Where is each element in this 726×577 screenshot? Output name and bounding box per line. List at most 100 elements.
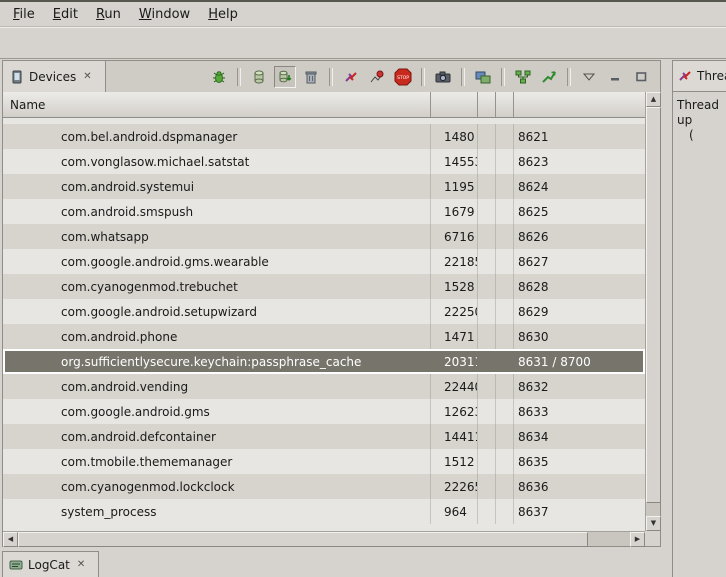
- table-row[interactable]: org.sufficientlysecure.keychain:passphra…: [3, 349, 645, 374]
- horizontal-scrollbar[interactable]: ◀ ▶: [3, 531, 645, 546]
- process-pid: 1471: [431, 324, 478, 349]
- column-header-4[interactable]: [496, 92, 514, 117]
- dump-hprof-icon[interactable]: [274, 66, 296, 88]
- table-row[interactable]: com.android.vending 22440 8632: [3, 374, 645, 399]
- process-port: 8626: [514, 224, 645, 249]
- process-col4: [496, 399, 514, 424]
- process-pid: 22265: [431, 474, 478, 499]
- process-name: com.cyanogenmod.lockclock: [3, 474, 431, 499]
- devices-table: Name com.bel.android.dspmanager 1480 862…: [3, 92, 660, 546]
- process-port: 8628: [514, 274, 645, 299]
- svg-text:STOP: STOP: [397, 75, 409, 81]
- menu-item-run[interactable]: Run: [87, 4, 130, 25]
- update-heap-icon[interactable]: [248, 66, 270, 88]
- process-pid: 1528: [431, 274, 478, 299]
- process-col4: [496, 274, 514, 299]
- process-col3: [478, 124, 496, 149]
- scroll-left-icon[interactable]: ◀: [3, 532, 18, 547]
- process-name: com.android.vending: [3, 374, 431, 399]
- process-name: com.bel.android.dspmanager: [3, 124, 431, 149]
- scrollbar-corner: [645, 531, 660, 546]
- menu-item-window[interactable]: Window: [130, 4, 199, 25]
- tab-devices[interactable]: Devices ✕: [3, 61, 106, 92]
- process-port: 8621: [514, 124, 645, 149]
- column-header-3[interactable]: [478, 92, 496, 117]
- table-row[interactable]: com.google.android.gms 12623 8633: [3, 399, 645, 424]
- column-header-name[interactable]: Name: [3, 92, 431, 117]
- hierarchy-view-icon[interactable]: [512, 66, 534, 88]
- minimize-icon[interactable]: [604, 66, 626, 88]
- scroll-up-icon[interactable]: ▲: [646, 92, 661, 107]
- vertical-scrollbar[interactable]: ▲ ▼: [645, 92, 660, 531]
- method-profiling-icon[interactable]: [366, 66, 388, 88]
- stop-process-icon[interactable]: STOP: [392, 66, 414, 88]
- process-name: com.google.android.setupwizard: [3, 299, 431, 324]
- threads-message-line2: (: [689, 128, 726, 143]
- tab-threads[interactable]: Threads: [673, 61, 726, 92]
- logcat-icon: [9, 558, 23, 572]
- maximize-icon[interactable]: [630, 66, 652, 88]
- process-name: com.google.android.gms.wearable: [3, 249, 431, 274]
- table-row[interactable]: com.tmobile.thememanager 1512 8635: [3, 449, 645, 474]
- table-row[interactable]: com.android.systemui 1195 8624: [3, 174, 645, 199]
- logcat-tab-label: LogCat: [28, 558, 70, 572]
- process-port: 8637: [514, 499, 645, 524]
- scroll-down-icon[interactable]: ▼: [646, 516, 661, 531]
- close-icon[interactable]: ✕: [75, 559, 87, 571]
- process-pid: 1679: [431, 199, 478, 224]
- cause-gc-icon[interactable]: [300, 66, 322, 88]
- process-port: 8634: [514, 424, 645, 449]
- table-row[interactable]: com.cyanogenmod.trebuchet 1528 8628: [3, 274, 645, 299]
- tab-logcat[interactable]: LogCat ✕: [2, 551, 99, 577]
- ddms-window: { "menu": { "items": [ {"u": "F", "rest"…: [0, 0, 726, 577]
- table-row[interactable]: com.cyanogenmod.lockclock 22265 8636: [3, 474, 645, 499]
- menu-item-file[interactable]: File: [4, 4, 44, 25]
- screen-capture-icon[interactable]: [432, 66, 454, 88]
- device-icon: [10, 70, 24, 84]
- menu-item-edit[interactable]: Edit: [44, 4, 87, 25]
- process-col3: [478, 249, 496, 274]
- process-col3: [478, 424, 496, 449]
- process-name: com.android.defcontainer: [3, 424, 431, 449]
- toolbar-separator: [461, 68, 465, 86]
- table-row[interactable]: com.bel.android.dspmanager 1480 8621: [3, 124, 645, 149]
- table-row[interactable]: system_process 964 8637: [3, 499, 645, 524]
- table-row[interactable]: com.android.phone 1471 8630: [3, 324, 645, 349]
- table-row[interactable]: com.vonglasow.michael.satstat 14553 8623: [3, 149, 645, 174]
- process-col3: [478, 374, 496, 399]
- table-row[interactable]: com.android.defcontainer 14411 8634: [3, 424, 645, 449]
- process-port: 8631 / 8700: [514, 349, 645, 374]
- column-header-port[interactable]: [514, 92, 645, 117]
- scroll-right-icon[interactable]: ▶: [630, 532, 645, 547]
- process-port: 8635: [514, 449, 645, 474]
- toolbar-separator: [421, 68, 425, 86]
- dual-display-icon[interactable]: [472, 66, 494, 88]
- menu-item-help[interactable]: Help: [199, 4, 247, 25]
- table-row[interactable]: com.whatsapp 6716 8626: [3, 224, 645, 249]
- process-pid: 964: [431, 499, 478, 524]
- table-row[interactable]: com.google.android.setupwizard 22250 862…: [3, 299, 645, 324]
- process-col4: [496, 174, 514, 199]
- close-icon[interactable]: ✕: [81, 71, 93, 83]
- view-menu-chevron-icon[interactable]: [578, 66, 600, 88]
- column-header-pid[interactable]: [431, 92, 478, 117]
- horizontal-scrollbar-thumb[interactable]: [18, 532, 588, 547]
- process-pid: 12623: [431, 399, 478, 424]
- debug-process-icon[interactable]: [208, 66, 230, 88]
- trend-capture-icon[interactable]: [538, 66, 560, 88]
- process-pid: 6716: [431, 224, 478, 249]
- process-port: 8632: [514, 374, 645, 399]
- process-pid: 14553: [431, 149, 478, 174]
- process-port: 8624: [514, 174, 645, 199]
- process-pid: 1195: [431, 174, 478, 199]
- process-col4: [496, 149, 514, 174]
- process-port: 8629: [514, 299, 645, 324]
- process-col3: [478, 199, 496, 224]
- process-col3: [478, 224, 496, 249]
- process-col4: [496, 199, 514, 224]
- vertical-scrollbar-thumb[interactable]: [646, 107, 661, 503]
- update-threads-icon[interactable]: [340, 66, 362, 88]
- table-row[interactable]: com.android.smspush 1679 8625: [3, 199, 645, 224]
- table-row[interactable]: com.google.android.gms.wearable 22185 86…: [3, 249, 645, 274]
- panel-sash[interactable]: [661, 60, 672, 577]
